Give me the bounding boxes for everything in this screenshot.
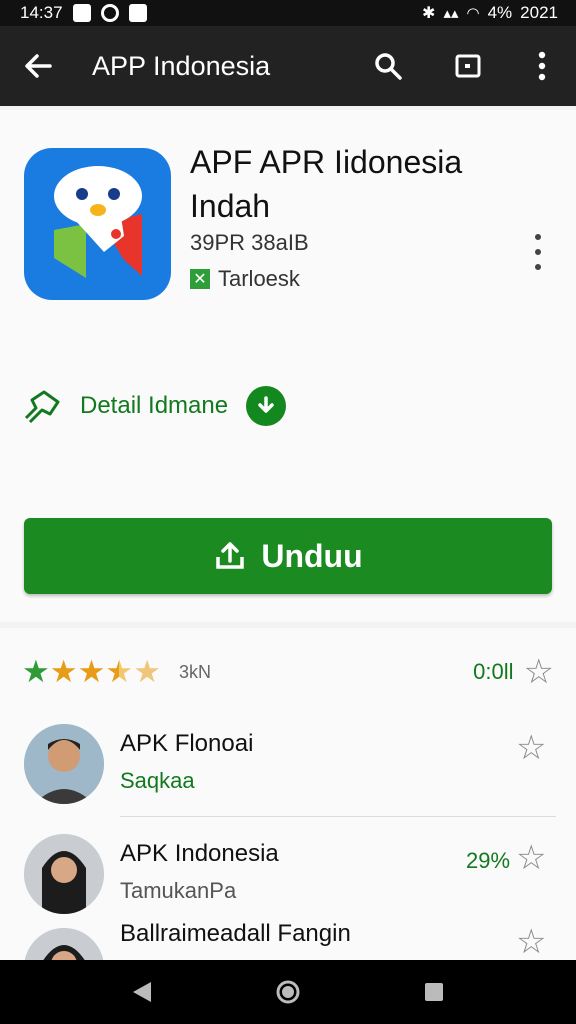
star-icon: ★: [133, 654, 161, 689]
developer-name[interactable]: 39PR 38aIB: [190, 230, 309, 256]
rating-count: 3kN: [178, 661, 211, 682]
status-right-time: 2021: [520, 3, 558, 22]
nav-recents-icon[interactable]: [423, 981, 445, 1003]
category-badge-icon: ✕: [190, 269, 210, 289]
dot-icon: [535, 249, 541, 255]
system-nav-bar: [0, 960, 576, 1024]
app-title: APF APR Iidonesia Indah: [190, 144, 463, 224]
overflow-menu-button[interactable]: [508, 26, 576, 106]
app-category[interactable]: ✕ Tarloesk: [190, 266, 300, 292]
divider: [120, 816, 556, 817]
review-item[interactable]: APK Flonoai Saqkaa ☆: [0, 720, 576, 820]
install-label: Unduu: [261, 537, 363, 574]
star-icon: ★: [49, 654, 78, 689]
rating-summary: ★ ★ ★ ★ ★ 3kN 0:0ll ☆: [22, 654, 554, 690]
review-name: Ballraimeadall Fangin: [120, 920, 351, 947]
status-time: 14:37: [20, 3, 63, 22]
signal-icon: ▴▴: [443, 5, 459, 22]
status-bar: 14:37 ✱ ▴▴ ◠ 4% 2021: [0, 0, 576, 26]
wifi-icon: ◠: [466, 5, 480, 22]
star-icon: ★: [22, 654, 50, 689]
avatar: [24, 724, 104, 804]
star-icon: ★: [77, 654, 106, 689]
category-label: Tarloesk: [218, 266, 300, 291]
bluetooth-icon: ✱: [422, 5, 436, 22]
back-button[interactable]: [0, 26, 76, 106]
rating-stars: ★ ★ ★ ★ ★: [22, 655, 161, 689]
nav-back-icon[interactable]: [131, 980, 153, 1004]
search-button[interactable]: [348, 26, 428, 106]
dot-icon: [535, 234, 541, 240]
install-button[interactable]: Unduu: [24, 518, 552, 594]
app-more-button[interactable]: [528, 234, 548, 270]
reviews-card: ★ ★ ★ ★ ★ 3kN 0:0ll ☆ APK Flonoai Saqkaa…: [0, 628, 576, 960]
app-header-card: APF APR Iidonesia Indah 39PR 38aIB ✕ Tar…: [0, 110, 576, 622]
upload-icon: [216, 542, 245, 569]
review-percent: 29%: [466, 848, 511, 873]
download-icon: [246, 386, 287, 426]
avatar: [24, 928, 104, 960]
review-item[interactable]: APK Indonesia TamukanPa 29% ☆: [0, 832, 576, 932]
rating-score: 0:0ll: [473, 659, 514, 684]
search-icon: [375, 53, 402, 80]
pin-icon: [24, 390, 60, 424]
cast-button[interactable]: [428, 26, 508, 106]
sync-icon: [100, 4, 119, 22]
back-arrow-icon: [25, 54, 52, 78]
notification-icon: [72, 4, 91, 22]
message-icon: [128, 4, 147, 22]
star-half-icon: ★: [105, 654, 134, 689]
detail-link[interactable]: Detail Idmane: [22, 384, 287, 428]
dot-icon: [535, 264, 541, 270]
review-item[interactable]: Ballraimeadall Fangin ☆: [0, 918, 576, 960]
app-icon[interactable]: [24, 148, 171, 300]
star-outline-icon[interactable]: ☆: [516, 922, 546, 960]
detail-label: Detail Idmane: [80, 392, 229, 419]
star-outline-icon[interactable]: ☆: [516, 728, 546, 768]
avatar: [24, 834, 104, 914]
review-name: APK Indonesia: [120, 840, 279, 867]
more-vert-icon: [538, 51, 546, 81]
favorite-star-icon[interactable]: ☆: [524, 655, 554, 689]
app-toolbar: APP Indonesia: [0, 26, 576, 106]
toolbar-title: APP Indonesia: [92, 50, 271, 81]
review-name: APK Flonoai: [120, 730, 254, 757]
review-sub: Saqkaa: [120, 768, 195, 793]
review-sub: TamukanPa: [120, 878, 237, 903]
star-outline-icon[interactable]: ☆: [516, 838, 546, 878]
nav-home-icon[interactable]: [275, 979, 301, 1005]
app-logo-icon: [54, 166, 142, 278]
battery-level: 4%: [487, 3, 513, 22]
cast-icon: [455, 54, 481, 78]
